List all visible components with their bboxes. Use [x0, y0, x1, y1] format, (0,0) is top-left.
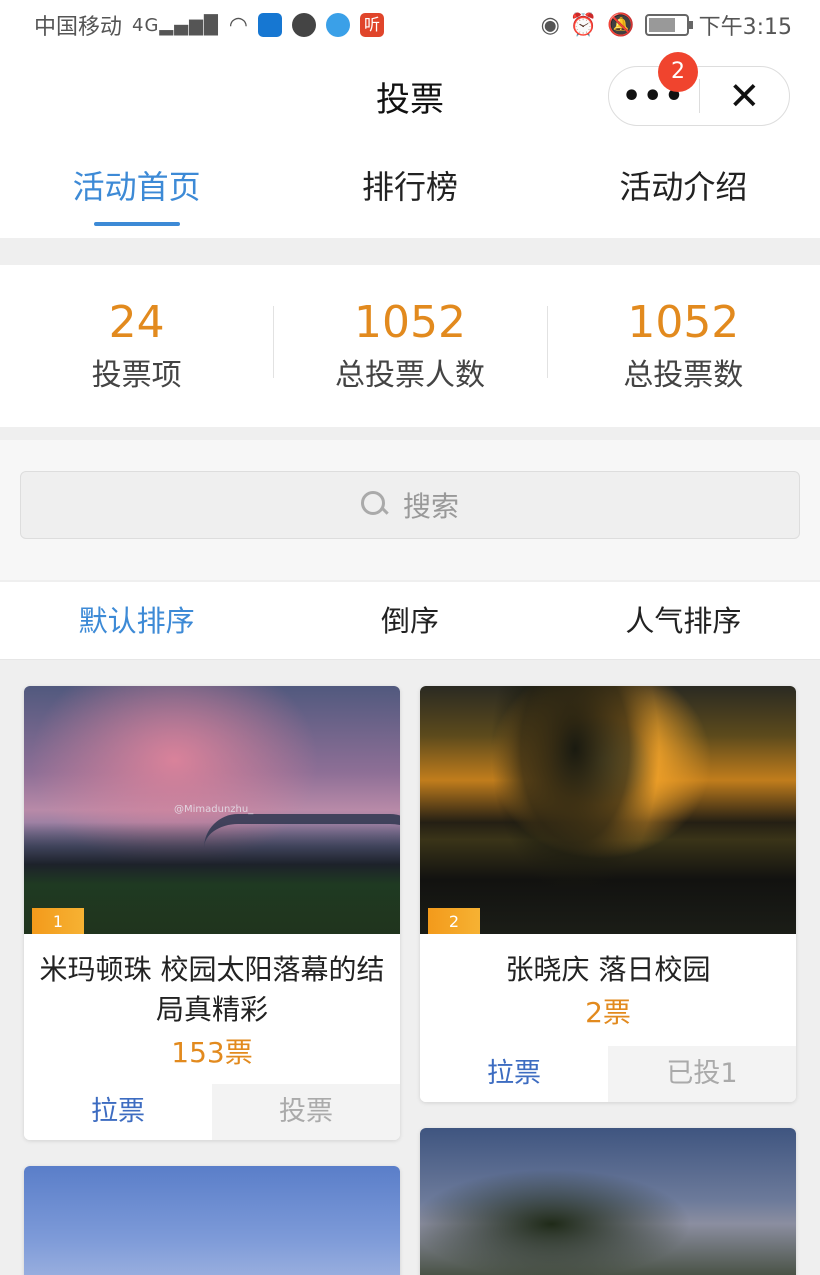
status-left: 中国移动 4G▂▄▆█ ◠ 听 — [34, 9, 384, 41]
wifi-icon: ◠ — [228, 12, 248, 38]
sort-default[interactable]: 默认排序 — [0, 582, 273, 659]
vote-card[interactable]: 2 张晓庆 落日校园 2票 拉票 已投1 — [420, 686, 796, 1102]
notification-badge: 2 — [658, 52, 698, 92]
shield-app-icon — [258, 13, 282, 37]
card-votes: 153票 — [171, 1036, 253, 1069]
sort-reverse[interactable]: 倒序 — [273, 582, 546, 659]
carrier-name: 中国移动 — [34, 15, 123, 40]
status-right: ◉ ⏰ 🔕 下午3:15 — [541, 9, 792, 41]
stat-value: 24 — [108, 297, 165, 348]
rank-badge: 2 — [428, 908, 480, 934]
stat-total-voters: 1052 总投票人数 — [273, 298, 546, 394]
stats-panel: 24 投票项 1052 总投票人数 1052 总投票数 — [0, 265, 820, 427]
vote-button[interactable]: 投票 — [212, 1084, 400, 1140]
mute-icon: 🔕 — [607, 12, 635, 38]
tab-bar: 活动首页 排行榜 活动介绍 — [0, 140, 820, 238]
card-actions: 拉票 已投1 — [420, 1046, 796, 1102]
card-votes: 2票 — [585, 996, 631, 1029]
sort-bar: 默认排序 倒序 人气排序 — [0, 582, 820, 660]
stat-label: 总投票人数 — [334, 358, 485, 393]
browser-app-icon — [326, 13, 350, 37]
eye-icon: ◉ — [540, 12, 560, 38]
stat-label: 总投票数 — [623, 358, 744, 393]
vote-card[interactable] — [420, 1128, 796, 1275]
alarm-icon: ⏰ — [569, 12, 598, 38]
stat-label: 投票项 — [91, 358, 182, 393]
tab-intro[interactable]: 活动介绍 — [547, 140, 820, 238]
stat-value: 1052 — [627, 297, 740, 348]
listen-app-icon: 听 — [360, 13, 384, 37]
mini-program-capsule: ••• ✕ — [608, 66, 790, 126]
clock: 下午3:15 — [698, 15, 792, 40]
stat-value: 1052 — [354, 297, 466, 348]
search-placeholder: 搜索 — [402, 490, 459, 523]
card-photo[interactable]: 2 — [420, 686, 796, 934]
search-input[interactable]: 搜索 — [20, 471, 800, 539]
card-actions: 拉票 投票 — [24, 1084, 400, 1140]
stat-total-votes: 1052 总投票数 — [546, 297, 820, 394]
tab-home[interactable]: 活动首页 — [0, 140, 273, 238]
network-type: 4G — [132, 14, 160, 36]
vote-card[interactable] — [24, 1166, 400, 1275]
photo-watermark: @Mimadunzhu_ — [174, 804, 254, 815]
pull-votes-button[interactable]: 拉票 — [24, 1084, 212, 1140]
signal-icon: 4G▂▄▆█ — [132, 14, 219, 36]
vote-card[interactable]: @Mimadunzhu_ 1 米玛顿珠 校园太阳落幕的结局真精彩 153票 拉票… — [24, 686, 400, 1140]
voted-button[interactable]: 已投1 — [608, 1046, 796, 1102]
close-icon[interactable]: ✕ — [700, 67, 790, 125]
search-icon — [360, 491, 389, 519]
stat-vote-items: 24 投票项 — [0, 298, 273, 394]
app-icon — [292, 13, 316, 37]
card-photo[interactable] — [420, 1128, 796, 1275]
card-photo[interactable] — [24, 1166, 400, 1275]
stadium-shape — [204, 814, 400, 848]
status-bar: 中国移动 4G▂▄▆█ ◠ 听 ◉ ⏰ 🔕 下午3:15 — [0, 0, 820, 50]
sort-popularity[interactable]: 人气排序 — [547, 582, 820, 659]
tree-silhouette — [490, 686, 660, 896]
tab-ranking[interactable]: 排行榜 — [273, 140, 546, 238]
rank-badge: 1 — [32, 908, 84, 934]
card-photo[interactable]: @Mimadunzhu_ 1 — [24, 686, 400, 934]
card-title: 张晓庆 落日校园 — [505, 953, 711, 986]
card-title: 米玛顿珠 校园太阳落幕的结局真精彩 — [39, 953, 385, 1026]
pull-votes-button[interactable]: 拉票 — [420, 1046, 608, 1102]
nav-bar: 投票 ••• ✕ — [0, 50, 820, 140]
battery-icon — [644, 14, 693, 36]
